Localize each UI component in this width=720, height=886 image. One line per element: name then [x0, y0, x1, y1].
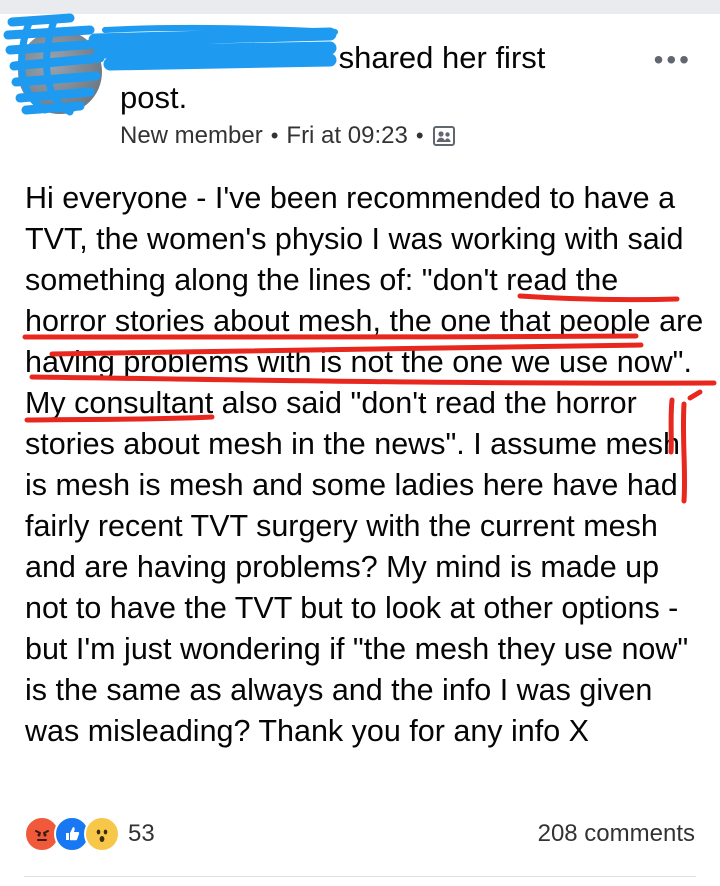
more-options-button[interactable]: ••• — [654, 44, 692, 76]
member-badge[interactable]: New member — [120, 122, 263, 150]
author-name-redacted[interactable] — [120, 45, 330, 75]
reaction-count[interactable]: 53 — [128, 820, 155, 848]
top-bar — [0, 0, 720, 14]
comments-count-link[interactable]: 208 comments — [538, 820, 695, 848]
reactions-summary[interactable]: 53 — [24, 816, 155, 852]
separator: • — [415, 123, 424, 148]
post-meta: New member • Fri at 09:23 • — [120, 122, 456, 150]
post-header: shared her first post. — [120, 38, 620, 118]
post-body: Hi everyone - I've been recommended to h… — [25, 181, 704, 748]
wow-icon — [84, 816, 120, 852]
avatar[interactable] — [18, 30, 102, 114]
post-timestamp[interactable]: Fri at 09:23 — [286, 122, 407, 150]
separator: • — [270, 123, 279, 148]
divider — [24, 876, 696, 877]
group-audience-icon — [432, 124, 456, 148]
